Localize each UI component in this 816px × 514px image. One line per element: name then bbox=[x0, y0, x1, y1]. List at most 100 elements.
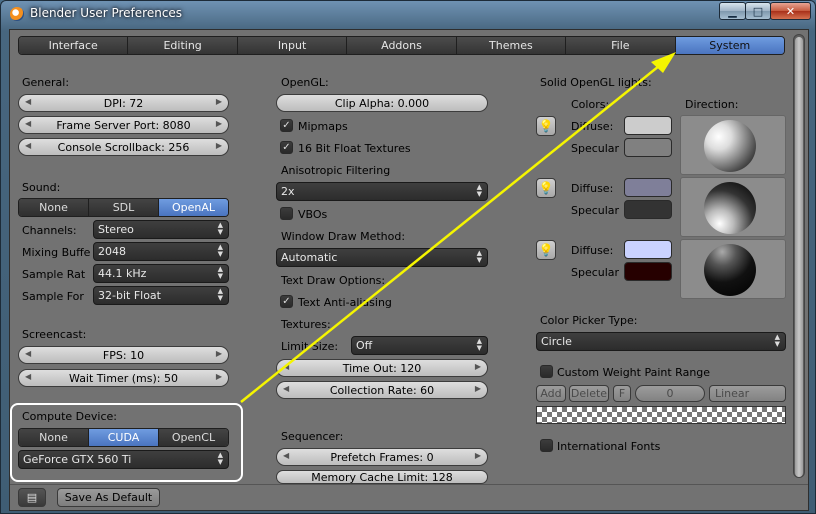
maximize-button[interactable]: □ bbox=[745, 2, 771, 20]
limit-size-select[interactable]: Off ▲ ▼ bbox=[351, 336, 488, 355]
tab-interface[interactable]: Interface bbox=[19, 37, 129, 54]
weight-paint-checkbox[interactable] bbox=[540, 365, 553, 378]
light-3-diffuse-swatch[interactable] bbox=[624, 240, 672, 259]
wait-timer-field[interactable]: ◀ Wait Timer (ms): 50 ▶ bbox=[18, 369, 229, 387]
international-fonts-checkbox[interactable] bbox=[540, 439, 553, 452]
light-1-specular-swatch[interactable] bbox=[624, 138, 672, 157]
collection-rate-field[interactable]: ◀ Collection Rate: 60 ▶ bbox=[276, 381, 488, 399]
light-3-direction-widget[interactable] bbox=[680, 239, 786, 299]
sample-rate-value: 44.1 kHz bbox=[98, 267, 147, 280]
minimize-button[interactable]: ▁ bbox=[719, 2, 746, 20]
blender-logo-icon bbox=[10, 7, 24, 21]
colorband-interp-select[interactable]: Linear bbox=[709, 385, 786, 402]
editor-type-menu[interactable]: ▤ bbox=[18, 488, 46, 507]
light-3-direction-sphere[interactable] bbox=[704, 244, 756, 296]
fps-field[interactable]: ◀ FPS: 10 ▶ bbox=[18, 346, 229, 364]
light-3-toggle-bulb-icon[interactable]: 💡 bbox=[536, 240, 556, 260]
colorband-add-button[interactable]: Add bbox=[536, 385, 566, 402]
screencast-heading: Screencast: bbox=[22, 328, 87, 341]
gpu-device-select[interactable]: GeForce GTX 560 Ti ▲ ▼ bbox=[18, 450, 229, 469]
save-as-default-button[interactable]: Save As Default bbox=[57, 488, 160, 507]
light-2-diffuse-swatch[interactable] bbox=[624, 178, 672, 197]
increment-arrow-icon[interactable]: ▶ bbox=[216, 349, 222, 358]
decrement-arrow-icon[interactable]: ◀ bbox=[283, 451, 289, 460]
colorband-flip-button[interactable]: F bbox=[613, 385, 631, 402]
decrement-arrow-icon[interactable]: ◀ bbox=[283, 384, 289, 393]
colorband-ramp[interactable] bbox=[536, 406, 786, 424]
prefetch-frames-field[interactable]: ◀ Prefetch Frames: 0 ▶ bbox=[276, 448, 488, 466]
fps-value: FPS: 10 bbox=[102, 348, 145, 362]
compute-option-opencl[interactable]: OpenCL bbox=[159, 429, 228, 446]
sound-option-none[interactable]: None bbox=[19, 199, 89, 216]
vertical-scrollbar[interactable] bbox=[793, 34, 805, 478]
decrement-arrow-icon[interactable]: ◀ bbox=[25, 119, 31, 128]
decrement-arrow-icon[interactable]: ◀ bbox=[25, 372, 31, 381]
console-scrollback-field[interactable]: ◀ Console Scrollback: 256 ▶ bbox=[18, 138, 229, 156]
colorband-interp-value: Linear bbox=[715, 387, 750, 400]
compute-option-cuda[interactable]: CUDA bbox=[89, 429, 159, 446]
close-button[interactable]: ✕ bbox=[770, 2, 811, 20]
tab-file[interactable]: File bbox=[566, 37, 676, 54]
sound-option-sdl[interactable]: SDL bbox=[89, 199, 159, 216]
window-draw-select[interactable]: Automatic ▲ ▼ bbox=[276, 248, 488, 267]
increment-arrow-icon[interactable]: ▶ bbox=[475, 362, 481, 371]
sound-option-openal[interactable]: OpenAL bbox=[159, 199, 228, 216]
light-2-direction-widget[interactable] bbox=[680, 177, 786, 237]
memory-cache-value: Memory Cache Limit: 128 bbox=[311, 471, 453, 484]
colorband-delete-button[interactable]: Delete bbox=[569, 385, 609, 402]
vbos-checkbox[interactable] bbox=[280, 207, 293, 220]
sample-rate-select[interactable]: 44.1 kHz ▲ ▼ bbox=[93, 264, 229, 283]
mixing-buffer-select[interactable]: 2048 ▲ ▼ bbox=[93, 242, 229, 261]
color-picker-value: Circle bbox=[541, 335, 572, 348]
clip-alpha-slider[interactable]: Clip Alpha: 0.000 bbox=[276, 94, 488, 112]
light-2-direction-sphere[interactable] bbox=[704, 182, 756, 234]
tab-input[interactable]: Input bbox=[237, 37, 348, 54]
decrement-arrow-icon[interactable]: ◀ bbox=[25, 141, 31, 150]
bottom-toolbar: ▤ Save As Default bbox=[10, 484, 808, 510]
light-1-toggle-bulb-icon[interactable]: 💡 bbox=[536, 116, 556, 136]
time-out-field[interactable]: ◀ Time Out: 120 ▶ bbox=[276, 359, 488, 377]
tab-themes[interactable]: Themes bbox=[456, 37, 567, 54]
anisotropic-select[interactable]: 2x ▲ ▼ bbox=[276, 182, 488, 201]
light-1-diffuse-swatch[interactable] bbox=[624, 116, 672, 135]
float-textures-checkbox[interactable]: ✓ bbox=[280, 141, 293, 154]
tab-system[interactable]: System bbox=[675, 37, 784, 54]
increment-arrow-icon[interactable]: ▶ bbox=[216, 97, 222, 106]
window-title: Blender User Preferences bbox=[30, 6, 183, 20]
decrement-arrow-icon[interactable]: ◀ bbox=[283, 362, 289, 371]
channels-value: Stereo bbox=[98, 223, 134, 236]
light-2-specular-swatch[interactable] bbox=[624, 200, 672, 219]
channels-select[interactable]: Stereo ▲ ▼ bbox=[93, 220, 229, 239]
preferences-window: Blender User Preferences ▁ □ ✕ Interface… bbox=[0, 0, 816, 514]
colorband-position-field[interactable]: 0 bbox=[635, 385, 705, 402]
tab-addons[interactable]: Addons bbox=[347, 37, 457, 54]
increment-arrow-icon[interactable]: ▶ bbox=[475, 451, 481, 460]
mipmaps-checkbox[interactable]: ✓ bbox=[280, 119, 293, 132]
light-1-direction-sphere[interactable] bbox=[704, 120, 756, 172]
window-draw-label: Window Draw Method: bbox=[281, 230, 406, 243]
clip-alpha-value: Clip Alpha: 0.000 bbox=[334, 96, 430, 110]
sample-rate-label: Sample Rat bbox=[22, 268, 86, 281]
time-out-value: Time Out: 120 bbox=[342, 361, 422, 375]
increment-arrow-icon[interactable]: ▶ bbox=[216, 141, 222, 150]
title-bar[interactable]: Blender User Preferences ▁ □ ✕ bbox=[1, 1, 816, 29]
compute-option-none[interactable]: None bbox=[19, 429, 89, 446]
memory-cache-field[interactable]: Memory Cache Limit: 128 bbox=[276, 470, 488, 484]
increment-arrow-icon[interactable]: ▶ bbox=[475, 384, 481, 393]
text-antialiasing-checkbox[interactable]: ✓ bbox=[280, 295, 293, 308]
scrollbar-thumb[interactable] bbox=[795, 37, 803, 477]
color-picker-select[interactable]: Circle ▲ ▼ bbox=[536, 332, 786, 351]
light-3-specular-swatch[interactable] bbox=[624, 262, 672, 281]
tab-editing[interactable]: Editing bbox=[128, 37, 238, 54]
increment-arrow-icon[interactable]: ▶ bbox=[216, 372, 222, 381]
increment-arrow-icon[interactable]: ▶ bbox=[216, 119, 222, 128]
dpi-field[interactable]: ◀ DPI: 72 ▶ bbox=[18, 94, 229, 112]
decrement-arrow-icon[interactable]: ◀ bbox=[25, 349, 31, 358]
light-1-direction-widget[interactable] bbox=[680, 115, 786, 175]
light-2-toggle-bulb-icon[interactable]: 💡 bbox=[536, 178, 556, 198]
colorband-position-value: 0 bbox=[666, 387, 674, 400]
decrement-arrow-icon[interactable]: ◀ bbox=[25, 97, 31, 106]
frame-server-port-field[interactable]: ◀ Frame Server Port: 8080 ▶ bbox=[18, 116, 229, 134]
vbos-label: VBOs bbox=[298, 208, 328, 221]
sample-format-select[interactable]: 32-bit Float ▲ ▼ bbox=[93, 286, 229, 305]
